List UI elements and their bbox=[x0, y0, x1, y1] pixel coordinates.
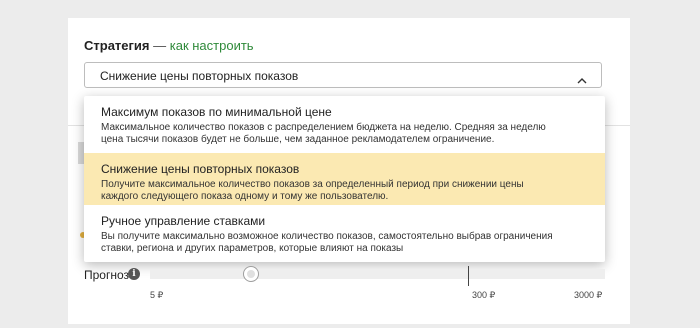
chevron-up-icon[interactable] bbox=[577, 71, 587, 89]
option-description-line: Максимальное количество показов с распре… bbox=[101, 122, 546, 133]
option-description-line: Вы получите максимально возможное количе… bbox=[101, 231, 553, 242]
scale-label-mid: 300 ₽ bbox=[472, 290, 496, 300]
scale-label-max: 3000 ₽ bbox=[574, 290, 603, 300]
strategy-select[interactable]: Снижение цены повторных показов bbox=[84, 62, 602, 88]
option-description-line: каждого следующего показа одному и тому … bbox=[101, 191, 389, 202]
strategy-select-value: Снижение цены повторных показов bbox=[100, 69, 299, 83]
option-reduce-repeat-impression-price[interactable]: Снижение цены повторных показов Получите… bbox=[84, 153, 605, 205]
option-title: Снижение цены повторных показов bbox=[101, 162, 300, 176]
price-slider-handle[interactable] bbox=[243, 266, 259, 282]
info-icon[interactable]: i bbox=[128, 268, 140, 280]
option-manual-bid-management[interactable]: Ручное управление ставками Вы получите м… bbox=[84, 205, 605, 262]
option-title: Ручное управление ставками bbox=[101, 214, 266, 228]
option-title: Максимум показов по минимальной цене bbox=[101, 105, 332, 119]
option-max-impressions-min-price[interactable]: Максимум показов по минимальной цене Мак… bbox=[84, 96, 605, 153]
scale-label-min: 5 ₽ bbox=[150, 290, 164, 300]
price-slider-track[interactable] bbox=[150, 269, 605, 279]
strategy-dropdown-menu: Максимум показов по минимальной цене Мак… bbox=[84, 96, 605, 262]
option-description-line: Получите максимальное количество показов… bbox=[101, 179, 524, 190]
price-slider-tick bbox=[468, 266, 469, 286]
option-description-line: ставки, региона и других параметров, кот… bbox=[101, 243, 404, 254]
strategy-title: Стратегия bbox=[84, 38, 150, 53]
title-separator: — bbox=[149, 38, 170, 53]
option-description-line: цена тысячи показов будет не больше, чем… bbox=[101, 134, 495, 145]
strategy-header: Стратегия — как настроить bbox=[84, 38, 254, 53]
forecast-label: Прогноз bbox=[84, 268, 130, 282]
how-to-configure-link[interactable]: как настроить bbox=[170, 38, 254, 53]
